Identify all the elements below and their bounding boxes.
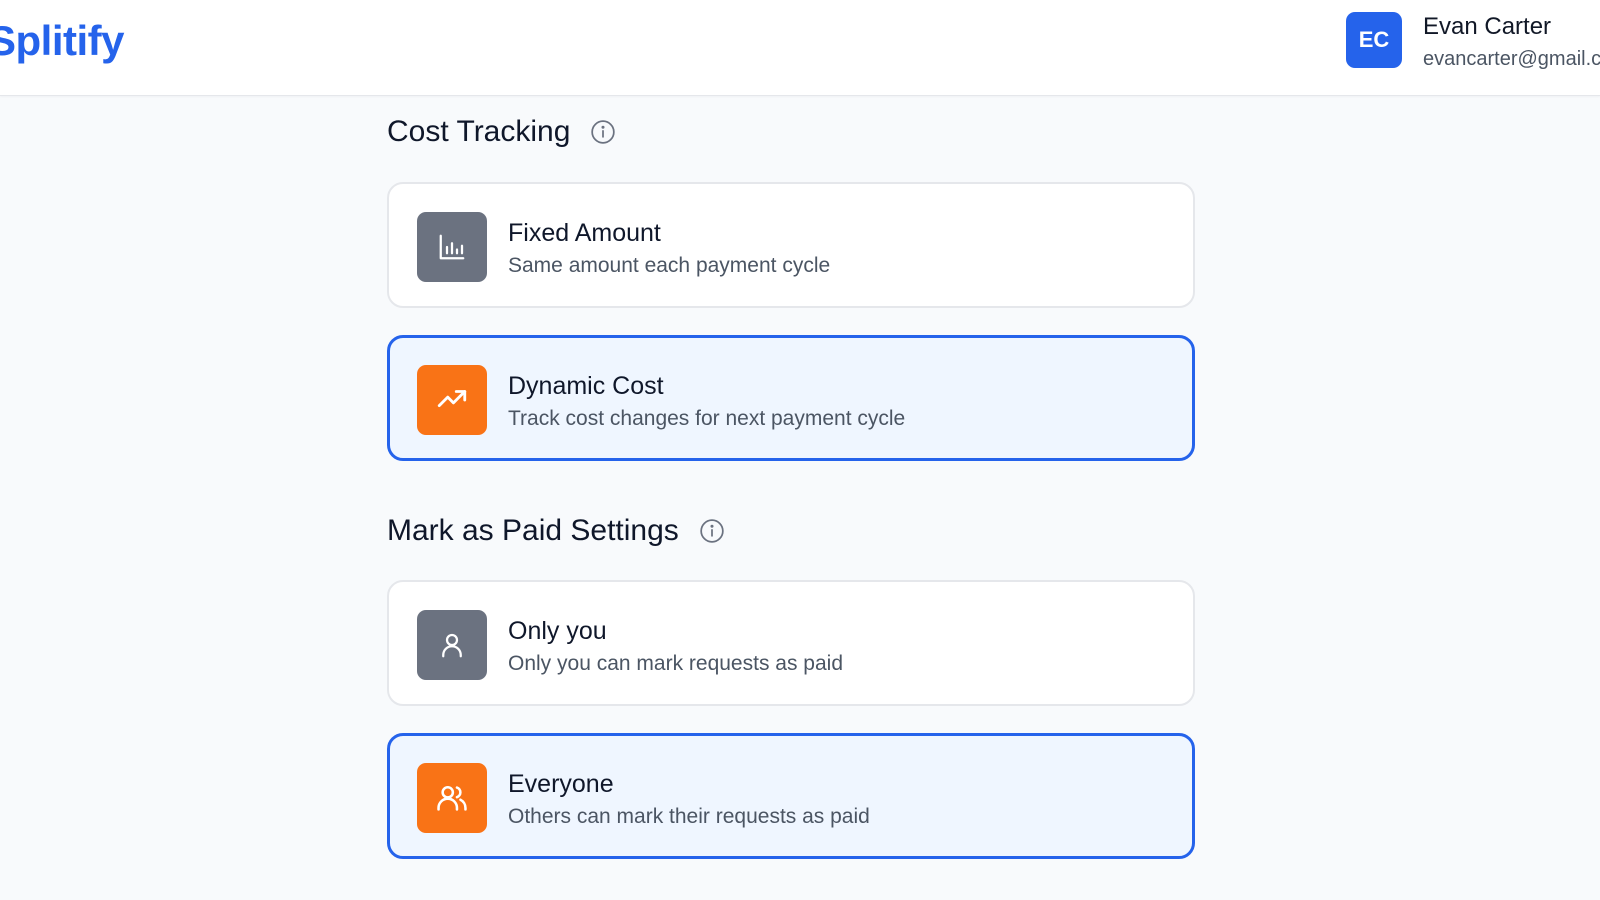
top-bar: Splitify EC Evan Carter evancarter@gmail…: [0, 0, 1600, 96]
option-dynamic-cost[interactable]: Dynamic Cost Track cost changes for next…: [387, 335, 1195, 461]
cost-tracking-title: Cost Tracking: [387, 115, 571, 148]
avatar[interactable]: EC: [1346, 12, 1402, 68]
option-everyone[interactable]: Everyone Others can mark their requests …: [387, 733, 1195, 859]
cost-tracking-heading: Cost Tracking: [387, 112, 616, 152]
user-icon: [417, 610, 487, 680]
mark-as-paid-title: Mark as Paid Settings: [387, 514, 679, 547]
option-title: Everyone: [508, 770, 614, 798]
info-icon[interactable]: [590, 119, 616, 145]
users-icon: [417, 763, 487, 833]
app-logo[interactable]: Splitify: [0, 16, 125, 66]
option-description: Same amount each payment cycle: [508, 254, 831, 277]
option-description: Only you can mark requests as paid: [508, 652, 843, 675]
user-email: evancarter@gmail.com: [1423, 48, 1600, 70]
option-only-you[interactable]: Only you Only you can mark requests as p…: [387, 580, 1195, 706]
option-title: Only you: [508, 617, 607, 645]
option-title: Dynamic Cost: [508, 372, 664, 400]
mark-as-paid-heading: Mark as Paid Settings: [387, 511, 725, 551]
option-description: Others can mark their requests as paid: [508, 805, 870, 828]
info-icon[interactable]: [699, 518, 725, 544]
user-name: Evan Carter: [1423, 13, 1552, 40]
bar-chart-icon: [417, 212, 487, 282]
option-title: Fixed Amount: [508, 219, 661, 247]
trending-up-icon: [417, 365, 487, 435]
option-fixed-amount[interactable]: Fixed Amount Same amount each payment cy…: [387, 182, 1195, 308]
option-description: Track cost changes for next payment cycl…: [508, 407, 906, 430]
